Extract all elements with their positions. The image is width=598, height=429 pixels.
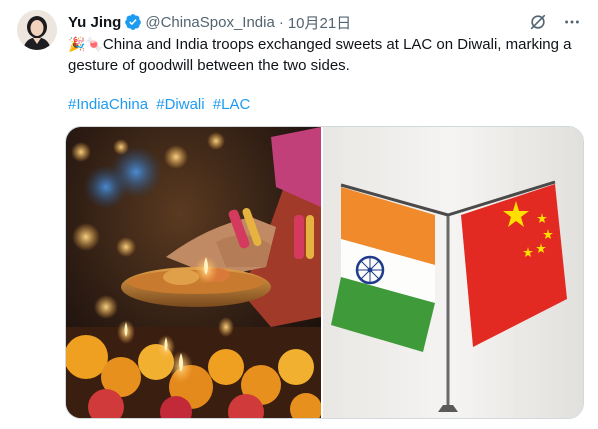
more-icon[interactable] — [562, 12, 582, 32]
hashtag-lac[interactable]: #LAC — [213, 96, 251, 113]
hashtag-indiachina[interactable]: #IndiaChina — [68, 96, 148, 113]
tweet-header: Yu Jing @ChinaSpox_India · 10月21日 — [68, 12, 582, 32]
separator-dot: · — [278, 13, 284, 31]
diwali-lamps-photo[interactable] — [66, 127, 323, 418]
grok-icon[interactable] — [528, 12, 548, 32]
candy-emoji: 🍬 — [85, 36, 103, 52]
hashtag-diwali[interactable]: #Diwali — [156, 96, 204, 113]
hashtag-list: #IndiaChina #Diwali #LAC — [68, 94, 254, 115]
verified-badge-icon — [125, 14, 142, 30]
tweet-text: 🎉🍬China and India troops exchanged sweet… — [68, 34, 588, 76]
tweet-body: China and India troops exchanged sweets … — [68, 36, 572, 74]
india-china-flags-photo[interactable] — [323, 127, 583, 418]
media-grid — [65, 126, 584, 419]
author-handle[interactable]: @ChinaSpox_India — [145, 14, 274, 31]
party-popper-emoji: 🎉 — [68, 36, 86, 52]
tweet-card[interactable]: Yu Jing @ChinaSpox_India · 10月21日 🎉🍬Chin… — [0, 0, 598, 429]
tweet-date[interactable]: 10月21日 — [288, 12, 351, 33]
avatar[interactable] — [17, 10, 57, 50]
author-name[interactable]: Yu Jing — [68, 14, 121, 31]
